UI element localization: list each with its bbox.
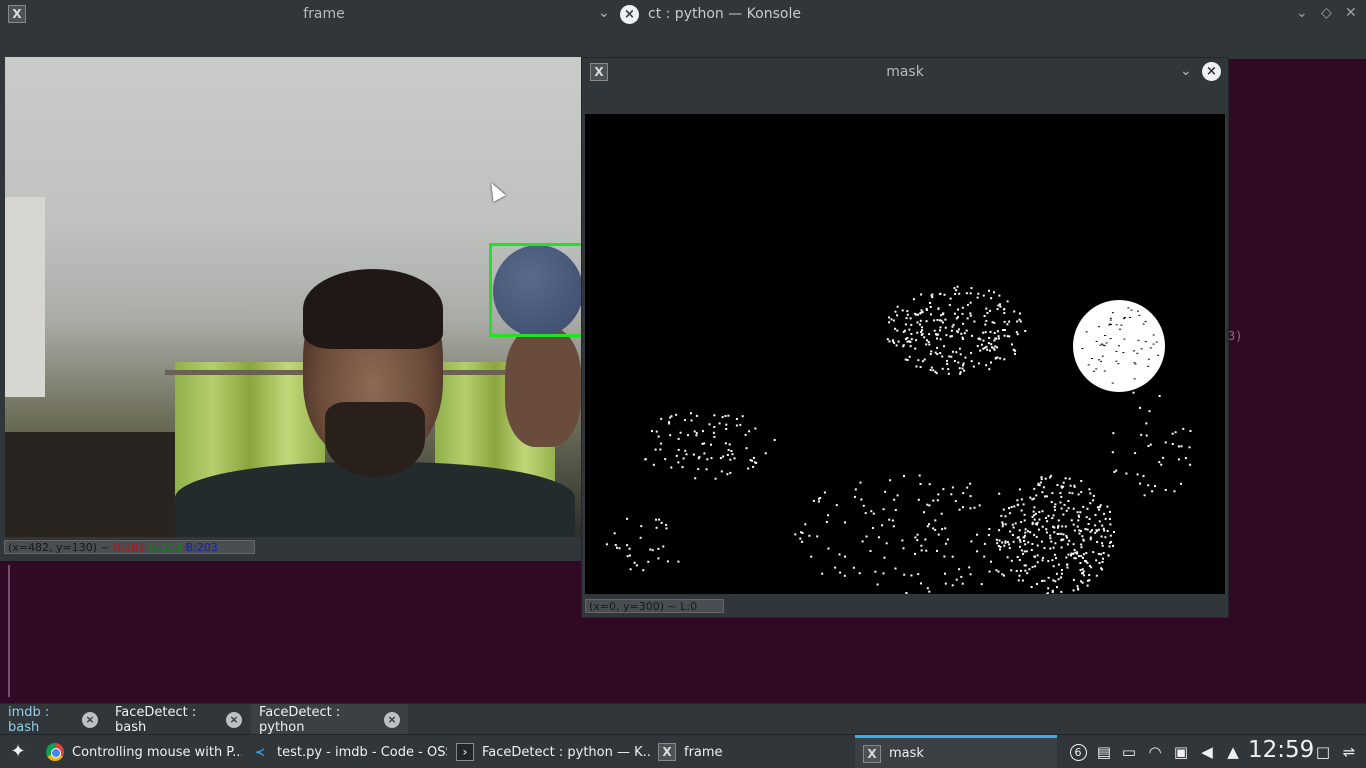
tab-facedetect-python[interactable]: FaceDetect : python × xyxy=(251,704,408,735)
close-icon[interactable]: × xyxy=(384,711,400,728)
chevron-down-icon[interactable]: ⌄ xyxy=(1180,63,1192,79)
tab-imdb-bash[interactable]: imdb : bash × xyxy=(0,704,106,735)
frame-window[interactable]: X frame ⌄ × (x=482, y=130) ~ R:201 G:203… xyxy=(0,0,648,561)
close-icon[interactable]: × xyxy=(1202,62,1221,81)
person-beard xyxy=(325,402,425,477)
notifications-icon[interactable]: 6 xyxy=(1068,735,1088,768)
detection-bounding-box xyxy=(489,243,581,337)
task-label: frame xyxy=(684,744,723,760)
tab-label: FaceDetect : bash xyxy=(115,704,197,735)
konsole-title: ct : python — Konsole xyxy=(648,6,801,22)
mask-noise-canvas xyxy=(605,285,1192,594)
terminal-scroll-indicator xyxy=(8,565,10,697)
close-icon[interactable]: × xyxy=(82,711,98,728)
close-icon[interactable]: × xyxy=(620,5,639,24)
vault-icon[interactable]: ▣ xyxy=(1170,735,1192,768)
diamond-icon[interactable]: ◇ xyxy=(1321,5,1332,21)
task-chrome[interactable]: Controlling mouse with P... xyxy=(38,735,242,768)
task-label: FaceDetect : python — K... xyxy=(482,744,652,760)
tab-label: imdb : bash xyxy=(8,704,50,735)
wall-region xyxy=(5,197,45,397)
task-frame[interactable]: X frame xyxy=(650,735,854,768)
person-hair xyxy=(303,269,443,349)
task-mask[interactable]: X mask xyxy=(855,735,1057,768)
close-icon[interactable]: × xyxy=(226,711,242,728)
terminal-text-fragment: 3) xyxy=(1228,329,1243,343)
konsole-tab-bar: imdb : bash × FaceDetect : bash × FaceDe… xyxy=(0,703,1366,735)
mask-titlebar[interactable]: X mask ⌄ × xyxy=(582,58,1228,86)
frame-title: frame xyxy=(303,6,345,22)
task-label: Controlling mouse with P... xyxy=(72,744,242,760)
camera-frame-image xyxy=(5,57,581,537)
bookshelf xyxy=(5,432,175,537)
panel-settings-icon[interactable]: ⇌ xyxy=(1338,735,1360,768)
volume-icon[interactable]: ◀ xyxy=(1196,735,1218,768)
wifi-icon[interactable]: ◠ xyxy=(1144,735,1166,768)
clock[interactable]: 12:59 xyxy=(1248,737,1314,763)
chevron-down-icon[interactable]: ⌄ xyxy=(598,5,610,21)
person-hand xyxy=(505,327,581,447)
status-coords: (x=482, y=130) ~ xyxy=(8,541,110,554)
status-r: R:201 xyxy=(113,541,146,554)
close-icon[interactable]: ✕ xyxy=(1345,5,1357,21)
terminal-icon: › xyxy=(456,743,474,761)
tab-facedetect-bash[interactable]: FaceDetect : bash × xyxy=(107,704,250,735)
chevron-down-icon[interactable]: ⌄ xyxy=(1296,5,1308,21)
x-window-icon: X xyxy=(658,743,676,761)
show-desktop-icon[interactable]: □ xyxy=(1312,735,1334,768)
vscode-icon: ≺ xyxy=(254,745,266,759)
application-launcher-icon[interactable]: ✦ xyxy=(6,740,30,764)
tab-label: FaceDetect : python xyxy=(259,704,341,735)
mask-title: mask xyxy=(886,64,924,80)
status-g: G:203 xyxy=(148,541,182,554)
task-label: mask xyxy=(889,746,924,761)
clipboard-icon[interactable]: ▤ xyxy=(1094,735,1114,768)
x-window-icon: X xyxy=(863,744,881,763)
task-konsole[interactable]: › FaceDetect : python — K... xyxy=(448,735,652,768)
mask-window[interactable]: X mask ⌄ × (x=0, y=300) ~ L:0 xyxy=(581,57,1229,618)
notification-count: 6 xyxy=(1069,743,1087,761)
frame-titlebar[interactable]: X frame ⌄ × xyxy=(0,0,648,28)
mask-statusbar: (x=0, y=300) ~ L:0 xyxy=(585,599,724,613)
task-vscode[interactable]: ≺ test.py - imdb - Code - OSS xyxy=(243,735,447,768)
chrome-icon xyxy=(46,743,64,761)
battery-icon[interactable]: ▭ xyxy=(1118,735,1140,768)
taskbar: ✦ Controlling mouse with P... ≺ test.py … xyxy=(0,734,1366,768)
frame-statusbar: (x=482, y=130) ~ R:201 G:203 B:203 xyxy=(4,540,255,554)
status-b: B:203 xyxy=(185,541,218,554)
tray-expand-icon[interactable]: ▲ xyxy=(1222,735,1244,768)
task-label: test.py - imdb - Code - OSS xyxy=(277,744,447,760)
mask-image xyxy=(585,114,1225,594)
